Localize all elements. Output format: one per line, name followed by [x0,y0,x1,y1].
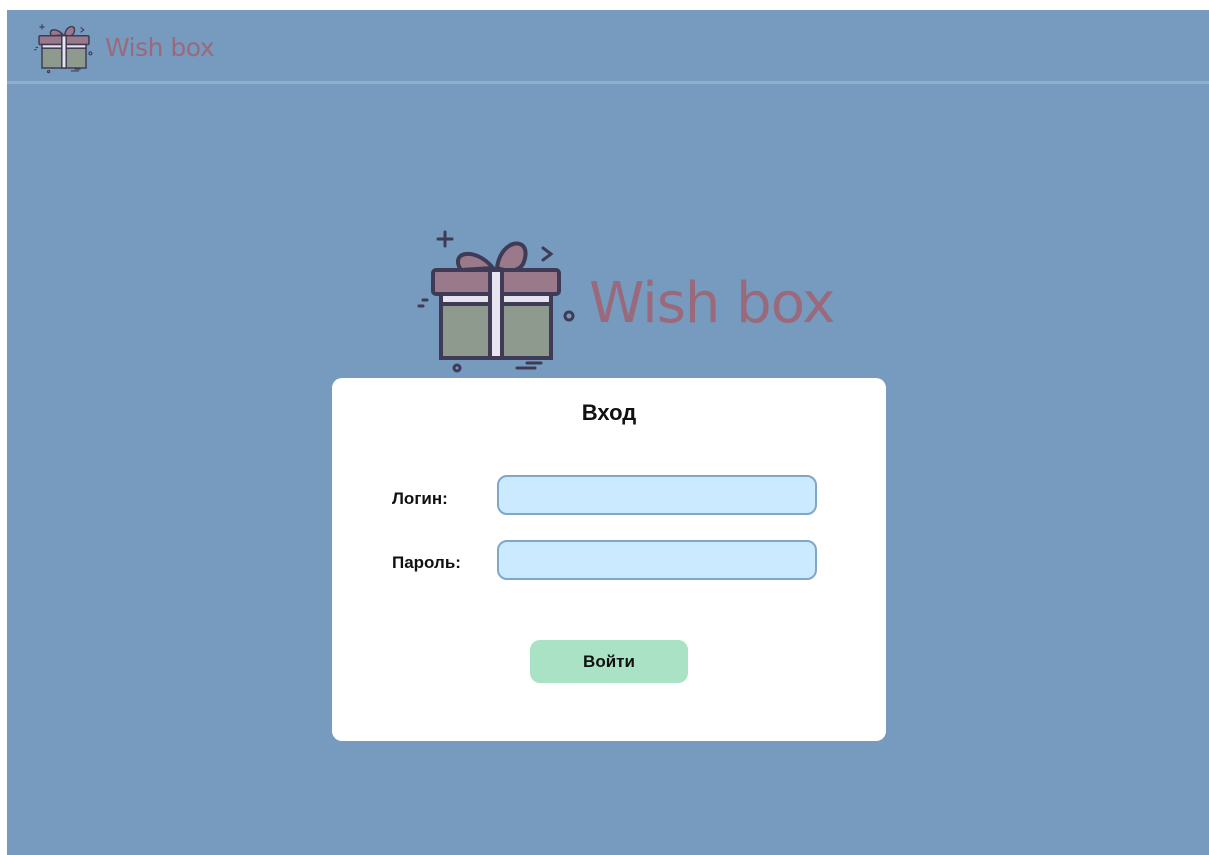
gift-icon [417,230,575,373]
password-input[interactable] [497,540,817,580]
login-card: Вход Логин: Пароль: Войти [332,378,886,741]
login-label: Логин: [392,489,448,508]
login-input[interactable] [497,475,817,515]
header-divider [7,81,1209,84]
login-button[interactable]: Войти [530,640,688,683]
hero-logo: Wish box [405,218,835,378]
login-title: Вход [581,400,637,425]
top-header: Wish box [7,10,1209,82]
app-window: Wish box Wish box Вход Логин: Пароль: Во… [7,10,1209,855]
hero-brand-name: Wish box [589,270,835,336]
header-brand-name: Wish box [105,32,215,62]
header-logo-link[interactable]: Wish box [31,13,215,79]
gift-icon [34,24,93,74]
password-label: Пароль: [392,553,461,572]
